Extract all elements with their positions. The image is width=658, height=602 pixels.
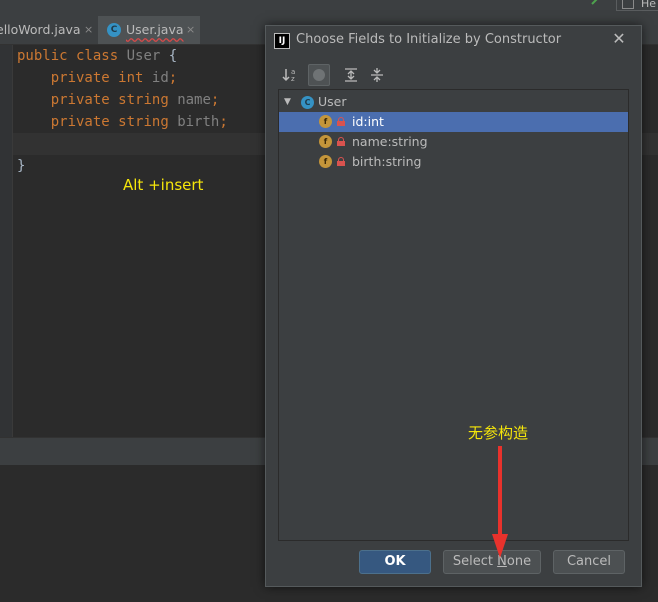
close-icon[interactable]: × [84, 16, 93, 44]
code-line: } [17, 158, 26, 174]
shortcut-annotation: Alt +insert [123, 176, 204, 194]
top-strip [0, 0, 658, 16]
tree-item-id[interactable]: f id:int [279, 112, 628, 132]
tree-item-birth[interactable]: f birth:string [279, 152, 628, 172]
run-config-icon [622, 0, 634, 9]
cancel-button[interactable]: Cancel [553, 550, 625, 574]
code-line: private string birth; [50, 114, 228, 130]
ok-button[interactable]: OK [359, 550, 431, 574]
dialog-title: Choose Fields to Initialize by Construct… [296, 32, 562, 47]
fields-tree[interactable]: ▼ C User f id:int f name:string f birth:… [278, 89, 629, 541]
expand-arrow-icon[interactable]: ▼ [284, 92, 291, 112]
select-none-suffix: one [506, 554, 532, 569]
close-icon[interactable]: ✕ [609, 29, 629, 49]
tree-item-name[interactable]: f name:string [279, 132, 628, 152]
code-line: private string name; [50, 92, 220, 108]
tree-row-label: name:string [352, 134, 428, 149]
field-icon: f [319, 115, 332, 128]
class-icon: C [107, 23, 121, 37]
choose-fields-dialog: IJ Choose Fields to Initialize by Constr… [265, 25, 642, 587]
run-config-dropdown[interactable]: He [616, 0, 658, 11]
expand-all-icon[interactable] [340, 64, 362, 86]
red-arrow-icon [492, 446, 508, 558]
lock-icon [337, 157, 345, 166]
tab-label: elloWord.java [0, 22, 81, 37]
field-icon: f [319, 135, 332, 148]
tree-row-label: id:int [352, 114, 384, 129]
tree-row-label: birth:string [352, 154, 422, 169]
no-arg-constructor-annotation: 无参构造 [468, 424, 529, 442]
editor-gutter [0, 45, 13, 437]
field-icon: f [319, 155, 332, 168]
tab-helloword[interactable]: elloWord.java × [0, 16, 98, 44]
collapse-all-icon[interactable] [366, 64, 388, 86]
tree-row-label: User [318, 94, 347, 109]
intellij-icon: IJ [274, 33, 290, 49]
svg-text:z: z [291, 75, 295, 83]
close-icon[interactable]: × [186, 16, 195, 44]
lock-icon [337, 117, 345, 126]
tree-root-user[interactable]: ▼ C User [279, 92, 628, 112]
class-icon: C [301, 96, 314, 109]
hammer-icon[interactable] [590, 0, 604, 8]
tab-label: User.java [126, 22, 184, 37]
show-fields-icon[interactable] [308, 64, 330, 86]
code-line: public class User { [17, 48, 178, 64]
code-line: private int id; [50, 70, 178, 86]
tab-user[interactable]: C User.java × [98, 16, 200, 44]
run-config-label: He [641, 0, 657, 10]
lock-icon [337, 137, 345, 146]
sort-alpha-icon[interactable]: az [280, 64, 302, 86]
